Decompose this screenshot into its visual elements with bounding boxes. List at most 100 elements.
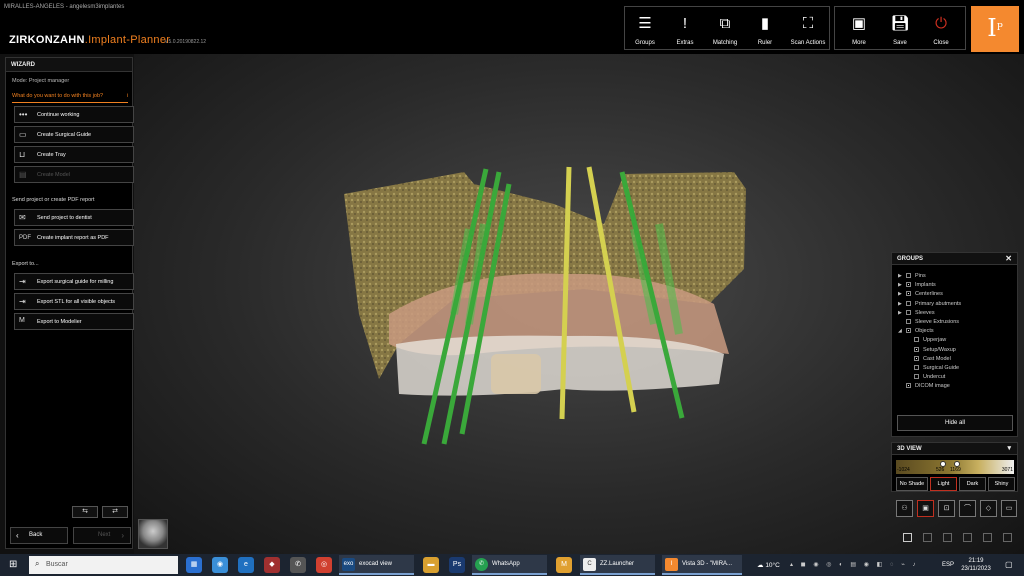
layout-single-icon[interactable]	[903, 533, 912, 542]
notifications-icon[interactable]: ▢	[1005, 560, 1013, 569]
view-mode-panel-icon[interactable]: ▣	[917, 500, 934, 517]
group-item[interactable]: Sleeve Extrusions	[906, 319, 959, 327]
view-mode-cube-icon[interactable]: ◇	[980, 500, 997, 517]
save-button[interactable]: 💾︎ Save	[880, 7, 920, 51]
density-range-slider[interactable]: -1024 526 1169 3071	[896, 460, 1014, 474]
group-checkbox[interactable]	[906, 383, 911, 389]
create-tray-button[interactable]: ⊔ Create Tray	[14, 146, 134, 163]
group-checkbox[interactable]	[914, 346, 919, 352]
continue-working-button[interactable]: ••• Continue working	[14, 106, 134, 123]
layout-two-icon[interactable]	[923, 533, 932, 542]
group-label: Implants	[915, 282, 936, 289]
group-item[interactable]: ▶ Implants	[898, 282, 936, 290]
group-label: Centerlines	[915, 291, 943, 298]
collapsed-arrow-icon[interactable]: ▶	[898, 310, 902, 316]
collapsed-arrow-icon[interactable]: ▶	[898, 282, 902, 288]
matching-button[interactable]: ⧉ Matching	[705, 7, 745, 51]
task-view-icon[interactable]: ▦	[186, 557, 202, 573]
view-mode-teeth-icon[interactable]: ⚇	[896, 500, 913, 517]
group-item[interactable]: Setup/Waxup	[914, 346, 956, 355]
group-item[interactable]: Cast Model	[914, 355, 951, 364]
shiny-shade-button[interactable]: Shiny	[988, 477, 1015, 491]
send-to-dentist-button[interactable]: ✉ Send project to dentist	[14, 209, 134, 226]
system-tray-icons[interactable]: ▴ ◼ ◉ ◎ ◐ ▤ ◉ ◧ ◌ ⌁ ♪	[790, 561, 919, 568]
teams-icon[interactable]: ◉	[212, 557, 228, 573]
dark-shade-button[interactable]: Dark	[959, 477, 986, 491]
group-checkbox[interactable]	[906, 328, 911, 334]
task-zzlauncher[interactable]: C ZZ.Launcher	[580, 555, 655, 575]
next-button[interactable]: Next ›	[73, 527, 131, 544]
collapsed-arrow-icon[interactable]: ▶	[898, 301, 902, 307]
group-item[interactable]: Undercut	[914, 374, 945, 382]
group-item[interactable]: Surgical Guide	[914, 365, 959, 373]
edge-icon[interactable]: e	[238, 557, 254, 573]
group-checkbox[interactable]	[906, 273, 911, 278]
group-checkbox[interactable]	[906, 319, 911, 324]
range-mid2: 1169	[950, 467, 961, 473]
layout-six-icon[interactable]	[1003, 533, 1012, 542]
clock[interactable]: 21:19 23/11/2023	[960, 557, 992, 573]
view-mode-arch-icon[interactable]: ⌒	[959, 500, 976, 517]
export-guide-milling-button[interactable]: ⇥ Export surgical guide for milling	[14, 273, 134, 290]
no-shade-button[interactable]: No Shade	[896, 477, 928, 491]
scan-actions-button[interactable]: ⛶ Scan Actions	[785, 7, 831, 51]
redo-button[interactable]: ⇄	[102, 506, 128, 518]
group-checkbox[interactable]	[906, 291, 911, 297]
layout-four-icon[interactable]	[963, 533, 972, 542]
photoshop-icon[interactable]: Ps	[449, 557, 465, 573]
group-item[interactable]: Upperjaw	[914, 337, 946, 345]
close-button[interactable]: ⏻ Close	[921, 7, 961, 51]
collapsed-arrow-icon[interactable]: ▶	[898, 273, 902, 279]
wizard-mode: Mode: Project manager	[12, 78, 70, 84]
group-checkbox[interactable]	[906, 282, 911, 288]
group-checkbox[interactable]	[906, 300, 911, 306]
close-icon[interactable]: ✕	[1005, 254, 1012, 263]
light-shade-button[interactable]: Light	[930, 477, 957, 491]
collapsed-arrow-icon[interactable]: ▶	[898, 291, 902, 297]
more-button[interactable]: ▣ More	[839, 7, 879, 51]
folder-icon[interactable]: ▬	[423, 557, 439, 573]
export-modelier-button[interactable]: M Export to Modelier	[14, 313, 134, 330]
phone-icon[interactable]: ✆	[290, 557, 306, 573]
chrome-icon[interactable]: ◎	[316, 557, 332, 573]
layout-three-icon[interactable]	[943, 533, 952, 542]
view-mode-box-icon[interactable]: ▭	[1001, 500, 1017, 517]
ruler-button[interactable]: ▮ Ruler	[745, 7, 785, 51]
group-item[interactable]: ▶ Sleeves	[898, 309, 935, 318]
group-item[interactable]: ▶ Primary abutments	[898, 300, 961, 309]
language-indicator[interactable]: ESP	[942, 562, 954, 568]
taskbar-search-input[interactable]: ⌕ Buscar	[29, 556, 178, 574]
task-exocad[interactable]: exo exocad view	[339, 555, 414, 575]
group-item[interactable]: ▶ Pins	[898, 273, 926, 281]
task-vista3d[interactable]: I Vista 3D - "MIRA...	[662, 555, 742, 575]
app-icon[interactable]: ◆	[264, 557, 280, 573]
export-stl-button[interactable]: ⇥ Export STL for all visible objects	[14, 293, 134, 310]
view-mode-frame-icon[interactable]: ⊡	[938, 500, 955, 517]
scan-icon: ⛶	[802, 15, 814, 32]
group-checkbox[interactable]	[906, 309, 911, 315]
info-icon[interactable]: i	[127, 93, 128, 99]
windows-start-icon[interactable]: ⊞	[9, 559, 17, 570]
chevron-down-icon[interactable]: ▾	[1007, 444, 1011, 452]
group-item[interactable]: DICOM image	[906, 383, 950, 391]
weather-widget[interactable]: ☁ 10°C	[757, 561, 780, 569]
create-pdf-report-button[interactable]: PDF Create implant report as PDF	[14, 229, 134, 246]
group-checkbox[interactable]	[914, 365, 919, 370]
group-item[interactable]: ▶ Centerlines	[898, 291, 943, 299]
hide-all-button[interactable]: Hide all	[897, 415, 1013, 431]
group-checkbox[interactable]	[914, 337, 919, 343]
expanded-arrow-icon[interactable]: ◢	[898, 328, 902, 334]
extras-button[interactable]: ! Extras	[665, 7, 705, 51]
create-model-button[interactable]: ▤ Create Model	[14, 166, 134, 183]
create-surgical-guide-button[interactable]: ▭ Create Surgical Guide	[14, 126, 134, 143]
group-checkbox[interactable]	[914, 374, 919, 380]
layout-five-icon[interactable]	[983, 533, 992, 542]
groups-button[interactable]: ☰ Groups	[625, 7, 665, 51]
range-min: -1024	[897, 467, 910, 473]
app-m-icon[interactable]: M	[556, 557, 572, 573]
back-button[interactable]: ‹ Back	[10, 527, 68, 544]
undo-button[interactable]: ⇆	[72, 506, 98, 518]
group-item[interactable]: ◢ Objects	[898, 328, 934, 336]
task-whatsapp[interactable]: ✆ WhatsApp	[472, 555, 547, 575]
group-checkbox[interactable]	[914, 355, 919, 361]
